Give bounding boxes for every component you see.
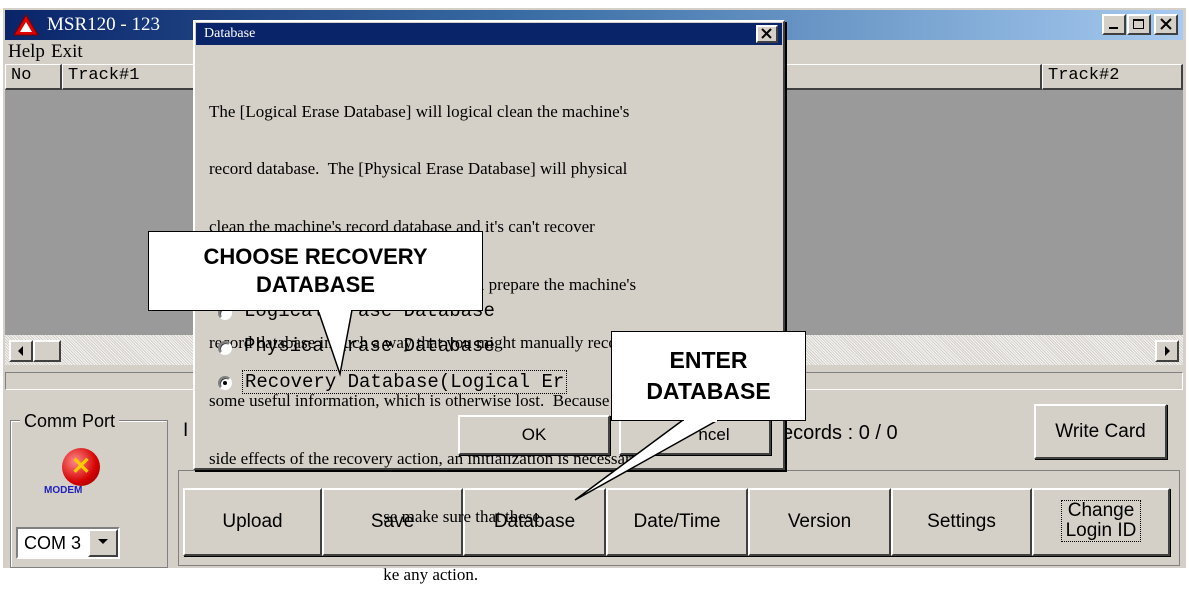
callout-line: DATABASE: [646, 378, 771, 404]
choose-callout-pointer: [316, 309, 353, 377]
choose-recovery-callout: CHOOSE RECOVERY DATABASE: [148, 231, 483, 311]
callout-join: [684, 419, 717, 422]
enter-callout-pointer: [574, 419, 721, 501]
callout-join: [319, 309, 351, 312]
callout-line: CHOOSE RECOVERY: [203, 244, 428, 269]
callout-line: ENTER: [669, 347, 748, 373]
callout-line: DATABASE: [256, 272, 375, 297]
enter-database-callout: ENTER DATABASE: [611, 331, 806, 421]
